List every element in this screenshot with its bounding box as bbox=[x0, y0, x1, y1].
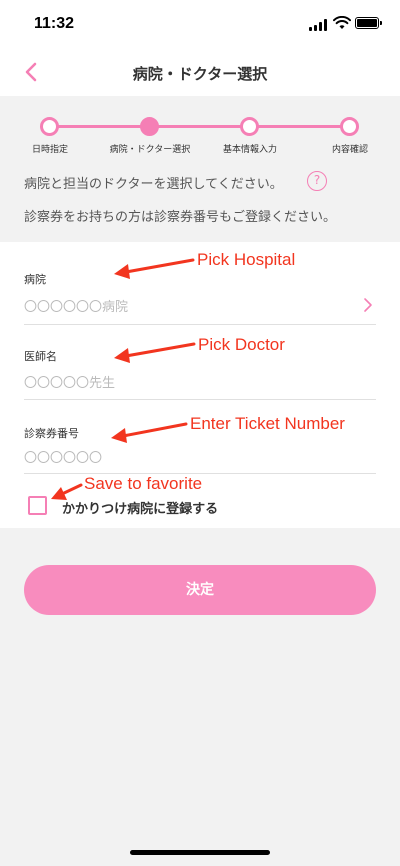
nav-bar: 病院・ドクター選択 bbox=[0, 50, 400, 96]
footer-area: 決定 bbox=[0, 528, 400, 866]
ticket-number-label: 診察券番号 bbox=[24, 427, 79, 440]
annotation-enter-ticket: Enter Ticket Number bbox=[190, 414, 345, 433]
status-bar: 11:32 bbox=[0, 0, 400, 50]
ticket-number-input[interactable] bbox=[24, 447, 376, 469]
step-label-2: 病院・ドクター選択 bbox=[109, 145, 191, 155]
step-label-1: 日時指定 bbox=[31, 145, 68, 155]
step-dot-1 bbox=[40, 117, 59, 136]
annotation-pick-doctor: Pick Doctor bbox=[198, 335, 285, 354]
help-icon[interactable]: ? bbox=[307, 171, 327, 191]
favorite-checkbox-label[interactable]: かかりつけ病院に登録する bbox=[62, 498, 218, 517]
wifi-icon bbox=[333, 16, 351, 29]
favorite-checkbox[interactable] bbox=[28, 496, 47, 515]
annotation-save-favorite: Save to favorite bbox=[84, 474, 203, 493]
status-time: 11:32 bbox=[34, 15, 75, 32]
home-indicator bbox=[130, 850, 270, 855]
step-dot-2-active bbox=[140, 117, 159, 136]
cellular-signal-icon bbox=[309, 19, 329, 31]
step-label-4: 内容確認 bbox=[331, 145, 368, 155]
step-dot-4 bbox=[340, 117, 359, 136]
step-header: 日時指定 病院・ドクター選択 基本情報入力 内容確認 病院と担当のドクターを選択… bbox=[0, 96, 400, 242]
hospital-divider bbox=[24, 324, 376, 325]
hospital-label: 病院 bbox=[24, 273, 46, 286]
submit-button[interactable]: 決定 bbox=[24, 565, 376, 615]
doctor-input[interactable] bbox=[24, 372, 376, 394]
doctor-divider bbox=[24, 399, 376, 400]
annotation-pick-hospital: Pick Hospital bbox=[197, 250, 296, 269]
doctor-label: 医師名 bbox=[24, 350, 57, 363]
battery-icon bbox=[355, 17, 382, 29]
instruction-line-2: 診察券をお持ちの方は診察券番号もご登録ください。 bbox=[24, 210, 337, 225]
hospital-input[interactable] bbox=[24, 296, 376, 318]
step-label-3: 基本情報入力 bbox=[222, 145, 277, 155]
hospital-chevron-right-icon[interactable] bbox=[362, 297, 374, 313]
instruction-line-1: 病院と担当のドクターを選択してください。 bbox=[24, 177, 283, 192]
page-title: 病院・ドクター選択 bbox=[132, 65, 268, 83]
step-dot-3 bbox=[240, 117, 259, 136]
stepper-line bbox=[50, 125, 350, 128]
